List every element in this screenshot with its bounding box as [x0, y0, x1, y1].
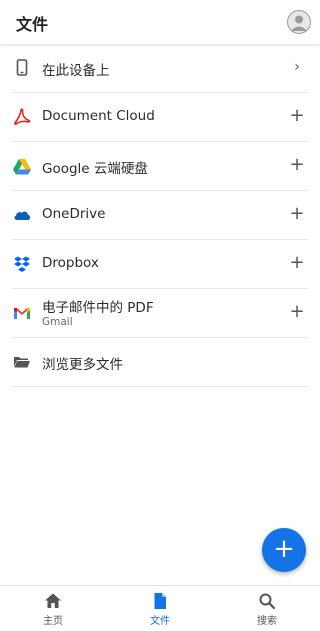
file-icon [154, 593, 166, 609]
add-icon[interactable]: + [288, 253, 306, 273]
onedrive-icon [12, 205, 32, 225]
location-label: 电子邮件中的 PDF [42, 300, 154, 316]
location-on-device[interactable]: 在此设备上 › [12, 44, 308, 93]
search-icon [259, 593, 276, 610]
location-label: Google 云端硬盘 [42, 161, 148, 177]
folder-icon [12, 352, 32, 372]
bottom-nav: 主页 文件 搜索 [0, 585, 320, 631]
page-title: 文件 [16, 15, 49, 34]
location-browse-more[interactable]: 浏览更多文件 [12, 338, 308, 387]
acrobat-icon [12, 107, 32, 127]
location-label: Document Cloud [42, 108, 155, 124]
nav-search[interactable]: 搜索 [237, 592, 297, 628]
phone-icon [12, 58, 32, 78]
home-icon [45, 593, 61, 608]
chevron-right-icon[interactable]: › [288, 57, 306, 77]
location-document-cloud[interactable]: Document Cloud + [12, 93, 308, 142]
location-label: OneDrive [42, 206, 106, 222]
nav-files-label: 文件 [150, 616, 170, 627]
nav-home[interactable]: 主页 [23, 592, 83, 628]
location-sublabel: Gmail [42, 316, 73, 328]
location-label: 浏览更多文件 [42, 357, 123, 373]
app-header: 文件 [0, 0, 320, 44]
google-drive-icon [12, 156, 32, 176]
add-icon[interactable]: + [288, 155, 306, 175]
location-email-pdf[interactable]: 电子邮件中的 PDF Gmail + [12, 289, 308, 338]
nav-search-label: 搜索 [257, 616, 277, 627]
gmail-icon [12, 303, 32, 323]
location-google-drive[interactable]: Google 云端硬盘 + [12, 142, 308, 191]
location-label: Dropbox [42, 255, 99, 271]
location-onedrive[interactable]: OneDrive + [12, 191, 308, 240]
add-icon[interactable]: + [288, 106, 306, 126]
nav-home-label: 主页 [43, 616, 63, 627]
add-icon[interactable]: + [288, 204, 306, 224]
file-locations-list: 在此设备上 › Document Cloud + Google 云端硬盘 + O… [0, 44, 320, 387]
add-fab-button[interactable]: + [262, 528, 306, 572]
location-label: 在此设备上 [42, 63, 110, 79]
dropbox-icon [12, 254, 32, 274]
user-icon [291, 15, 307, 31]
nav-files[interactable]: 文件 [130, 592, 190, 628]
add-icon[interactable]: + [288, 302, 306, 322]
location-dropbox[interactable]: Dropbox + [12, 240, 308, 289]
avatar[interactable] [287, 10, 311, 34]
